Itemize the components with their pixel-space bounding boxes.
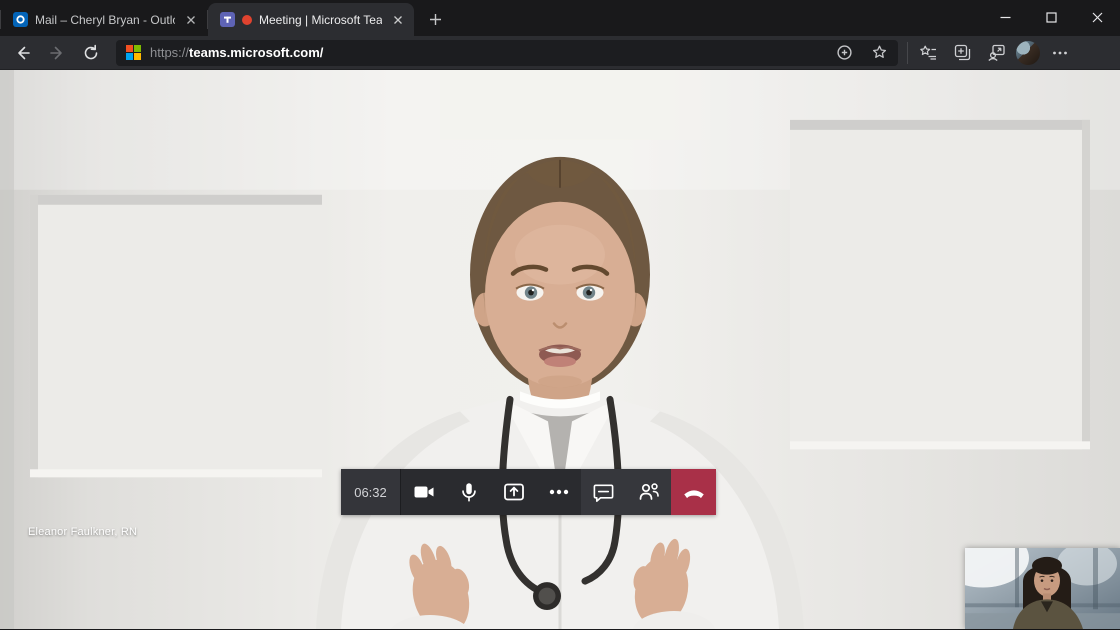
collections-icon[interactable] <box>945 38 979 68</box>
camera-button[interactable] <box>401 469 446 515</box>
close-window-button[interactable] <box>1074 0 1120 34</box>
meeting-timer: 06:32 <box>341 469 401 515</box>
hang-up-icon <box>681 479 707 505</box>
circle-plus-icon[interactable] <box>831 41 857 65</box>
toolbar-separator <box>907 42 908 64</box>
tab-close-icon[interactable] <box>182 11 199 28</box>
microphone-button[interactable] <box>446 469 491 515</box>
more-options-icon <box>547 480 571 504</box>
meeting-stage: Eleanor Faulkner, RN 06:32 <box>0 70 1120 629</box>
chat-icon <box>592 481 615 504</box>
microsoft-logo-icon <box>126 45 141 60</box>
tab-title: Mail – Cheryl Bryan - Outlook <box>35 13 175 27</box>
browser-navbar: https://teams.microsoft.com/ <box>0 36 1120 70</box>
forward-button[interactable] <box>40 38 74 68</box>
minimize-button[interactable] <box>982 0 1028 34</box>
url-protocol: https:// <box>150 45 189 60</box>
teams-icon <box>219 12 235 28</box>
participants-icon <box>637 480 661 504</box>
outlook-icon <box>12 12 28 28</box>
more-options-button[interactable] <box>536 469 581 515</box>
recording-indicator-icon <box>242 15 252 25</box>
browser-tab-strip: Mail – Cheryl Bryan - Outlook Meeting | … <box>0 0 1120 36</box>
favorites-star-icon[interactable] <box>866 41 892 65</box>
back-button[interactable] <box>6 38 40 68</box>
chat-button[interactable] <box>581 469 626 515</box>
address-bar[interactable]: https://teams.microsoft.com/ <box>116 40 898 66</box>
refresh-button[interactable] <box>74 38 108 68</box>
url-text: https://teams.microsoft.com/ <box>150 45 323 60</box>
new-tab-button[interactable] <box>420 4 450 34</box>
self-view-frame <box>965 548 1120 629</box>
feedback-icon[interactable] <box>979 38 1013 68</box>
share-screen-button[interactable] <box>491 469 536 515</box>
favorites-bar-icon[interactable] <box>911 38 945 68</box>
window-controls <box>982 0 1120 34</box>
share-screen-icon <box>502 480 526 504</box>
tab-outlook-mail[interactable]: Mail – Cheryl Bryan - Outlook <box>1 3 207 36</box>
profile-button[interactable] <box>1013 38 1043 68</box>
tab-teams-meeting[interactable]: Meeting | Microsoft Teams <box>208 3 414 36</box>
hang-up-button[interactable] <box>671 469 716 515</box>
tab-title: Meeting | Microsoft Teams <box>259 13 382 27</box>
settings-menu-icon[interactable] <box>1043 38 1077 68</box>
microphone-icon <box>458 481 480 503</box>
camera-icon <box>412 480 436 504</box>
participant-name-label: Eleanor Faulkner, RN <box>28 526 137 538</box>
url-host: teams.microsoft.com/ <box>189 45 323 60</box>
participants-button[interactable] <box>626 469 671 515</box>
profile-avatar <box>1016 41 1040 65</box>
remote-video-doctor <box>0 70 1120 629</box>
self-view-video[interactable] <box>965 548 1120 629</box>
tab-close-icon[interactable] <box>389 11 406 28</box>
meeting-control-bar: 06:32 <box>341 469 716 515</box>
maximize-button[interactable] <box>1028 0 1074 34</box>
